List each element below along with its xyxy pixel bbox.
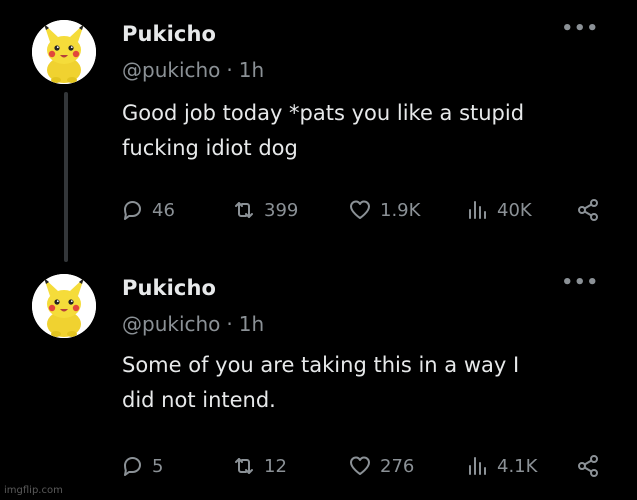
share-icon [578,455,598,477]
pikachu-plush-avatar-icon [32,274,96,338]
tweet-text: Good job today *pats you like a stupid f… [122,96,602,166]
more-options-icon[interactable]: ••• [561,18,599,39]
share-icon [578,199,598,221]
reply-button[interactable]: 46 [120,195,175,225]
reply-icon [124,201,141,220]
reply-count: 5 [152,455,164,477]
tweet-text-line: Some of you are taking this in a way I [122,353,520,377]
tweet-actions: 46 399 1.9K 40K [120,195,610,225]
share-button[interactable] [576,451,600,481]
more-options-icon[interactable]: ••• [561,272,599,293]
tweet-time[interactable]: 1h [239,58,264,82]
views-button[interactable]: 4.1K [465,451,537,481]
reply-count: 46 [152,199,175,221]
tweet-text-line: fucking idiot dog [122,136,298,160]
tweet-meta: @pukicho · 1h [122,58,264,82]
avatar[interactable] [32,274,96,338]
views-icon [469,457,486,475]
tweet-text-line: did not intend. [122,388,276,412]
avatar[interactable] [32,20,96,84]
tweet-time[interactable]: 1h [239,312,264,336]
views-button[interactable]: 40K [465,195,532,225]
retweet-count: 399 [264,199,299,221]
view-count: 40K [497,199,532,221]
heart-icon [350,200,370,219]
tweet-2[interactable]: Pukicho ••• @pukicho · 1h Some of you are … [0,262,637,492]
tweet-text: Some of you are taking this in a way I d… [122,348,602,418]
meta-separator: · [226,312,233,336]
heart-icon [350,456,370,475]
retweet-icon [235,202,253,218]
share-button[interactable] [576,195,600,225]
retweet-count: 12 [264,455,287,477]
tweet-actions: 5 12 276 4.1K [120,451,610,481]
pikachu-plush-avatar-icon [32,20,96,84]
views-icon [469,201,486,219]
reply-icon [124,457,141,476]
tweet-meta: @pukicho · 1h [122,312,264,336]
author-name[interactable]: Pukicho [122,276,216,300]
tweet-1[interactable]: Pukicho ••• @pukicho · 1h Good job today *… [0,0,637,262]
author-name[interactable]: Pukicho [122,22,216,46]
like-count: 1.9K [380,199,421,221]
like-count: 276 [380,455,415,477]
author-handle[interactable]: @pukicho [122,312,220,336]
reply-button[interactable]: 5 [120,451,163,481]
watermark: imgflip.com [4,485,63,496]
author-handle[interactable]: @pukicho [122,58,220,82]
view-count: 4.1K [497,455,538,477]
tweet-text-line: Good job today *pats you like a stupid [122,101,525,125]
retweet-button[interactable]: 12 [232,451,287,481]
retweet-button[interactable]: 399 [232,195,298,225]
thread-connector-line [64,92,68,262]
like-button[interactable]: 1.9K [348,195,420,225]
like-button[interactable]: 276 [348,451,414,481]
meta-separator: · [226,58,233,82]
retweet-icon [235,458,253,474]
